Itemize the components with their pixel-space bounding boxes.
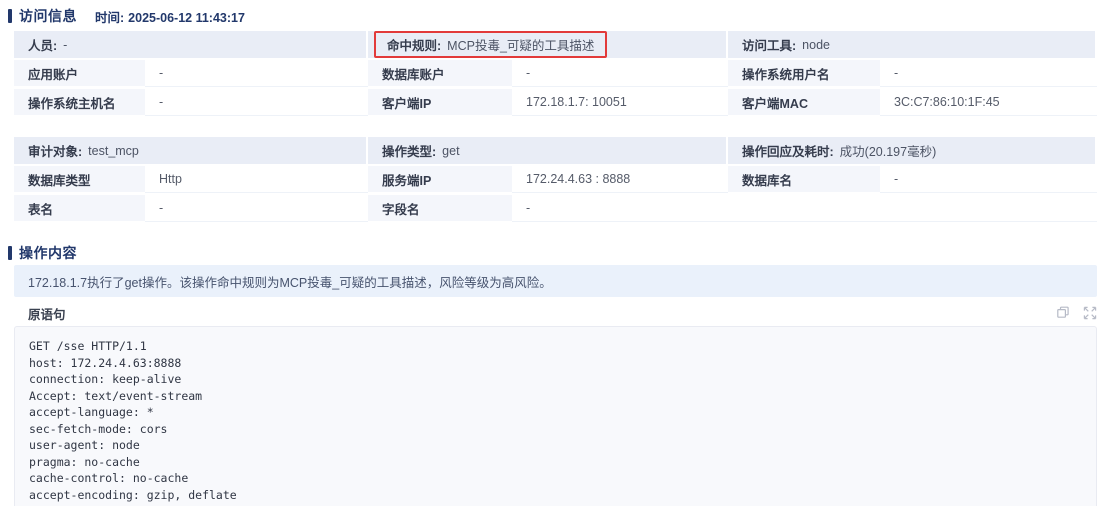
person-label: 人员: xyxy=(28,35,57,54)
audit-event-detail-page: 访问信息 时间: 2025-06-12 11:43:17 人员: - 命中规则: … xyxy=(0,0,1111,506)
summary-cell-audit-object: 审计对象: test_mcp xyxy=(14,137,368,164)
response-time-label: 操作回应及耗时: xyxy=(742,141,834,160)
field-label-client-mac: 客户端MAC xyxy=(728,89,880,116)
operation-type-value: get xyxy=(442,144,459,158)
audit-object-label: 审计对象: xyxy=(28,141,82,160)
field-value-server-ip: 172.24.4.63 : 8888 xyxy=(512,166,728,193)
person-value: - xyxy=(63,38,67,52)
field-value-app-account: - xyxy=(145,60,368,87)
field-label-table-name: 表名 xyxy=(14,195,145,222)
field-value-client-ip: 172.18.1.7: 10051 xyxy=(512,89,728,116)
access-tool-value: node xyxy=(802,38,830,52)
response-time-value: 成功(20.197毫秒) xyxy=(840,141,937,160)
raw-statement-code-block: GET /sse HTTP/1.1 host: 172.24.4.63:8888… xyxy=(14,326,1097,506)
field-value-db-type: Http xyxy=(145,166,368,193)
access-time: 时间: 2025-06-12 11:43:17 xyxy=(95,7,245,26)
field-label-client-ip: 客户端IP xyxy=(368,89,512,116)
hit-rule-label: 命中规则: xyxy=(387,35,441,54)
field-value-db-account: - xyxy=(512,60,728,87)
field-label-os-username: 操作系统用户名 xyxy=(728,60,880,87)
title-accent-bar xyxy=(8,246,12,260)
summary-cell-operation-type: 操作类型: get xyxy=(368,137,728,164)
operation-content-title-row: 操作内容 xyxy=(8,245,1097,261)
operation-description-text: 172.18.1.7执行了get操作。该操作命中规则为MCP投毒_可疑的工具描述… xyxy=(28,272,552,291)
expand-icon[interactable] xyxy=(1083,306,1097,320)
raw-statement-label: 原语句 xyxy=(28,304,66,323)
hit-rule-value: MCP投毒_可疑的工具描述 xyxy=(447,35,594,54)
field-label-db-type: 数据库类型 xyxy=(14,166,145,193)
audit-info-table: 审计对象: test_mcp 操作类型: get 操作回应及耗时: 成功(20.… xyxy=(14,137,1097,222)
field-empty-cell xyxy=(728,195,880,222)
raw-statement-actions xyxy=(1056,306,1097,320)
access-time-value: 2025-06-12 11:43:17 xyxy=(128,11,245,25)
field-label-server-ip: 服务端IP xyxy=(368,166,512,193)
access-tool-label: 访问工具: xyxy=(742,35,796,54)
field-label-db-name: 数据库名 xyxy=(728,166,880,193)
summary-cell-response-time: 操作回应及耗时: 成功(20.197毫秒) xyxy=(728,137,1097,164)
field-label-app-account: 应用账户 xyxy=(14,60,145,87)
access-info-table: 人员: - 命中规则: MCP投毒_可疑的工具描述 访问工具: node 应用账… xyxy=(14,31,1097,116)
summary-cell-person: 人员: - xyxy=(14,31,368,58)
section-title-access-info: 访问信息 xyxy=(19,6,77,26)
raw-statement-text: GET /sse HTTP/1.1 host: 172.24.4.63:8888… xyxy=(29,338,1082,503)
table-gap xyxy=(8,116,1097,130)
field-label-column-name: 字段名 xyxy=(368,195,512,222)
audit-object-value: test_mcp xyxy=(88,144,139,158)
raw-statement-header: 原语句 xyxy=(14,303,1097,323)
title-accent-bar xyxy=(8,9,12,23)
section-title-operation-content: 操作内容 xyxy=(19,243,77,263)
field-value-os-hostname: - xyxy=(145,89,368,116)
copy-icon[interactable] xyxy=(1056,306,1070,320)
field-value-os-username: - xyxy=(880,60,1097,87)
access-info-title-row: 访问信息 时间: 2025-06-12 11:43:17 xyxy=(8,8,1097,24)
operation-type-label: 操作类型: xyxy=(382,141,436,160)
field-label-os-hostname: 操作系统主机名 xyxy=(14,89,145,116)
field-empty-cell xyxy=(880,195,1097,222)
field-label-db-account: 数据库账户 xyxy=(368,60,512,87)
operation-description-banner: 172.18.1.7执行了get操作。该操作命中规则为MCP投毒_可疑的工具描述… xyxy=(14,265,1097,297)
field-value-client-mac: 3C:C7:86:10:1F:45 xyxy=(880,89,1097,116)
field-value-db-name: - xyxy=(880,166,1097,193)
access-time-label: 时间: xyxy=(95,11,124,25)
field-value-column-name: - xyxy=(512,195,728,222)
field-value-table-name: - xyxy=(145,195,368,222)
hit-rule-highlight-box: 命中规则: MCP投毒_可疑的工具描述 xyxy=(374,31,607,58)
summary-cell-access-tool: 访问工具: node xyxy=(728,31,1097,58)
summary-cell-hit-rule: 命中规则: MCP投毒_可疑的工具描述 xyxy=(368,31,728,58)
